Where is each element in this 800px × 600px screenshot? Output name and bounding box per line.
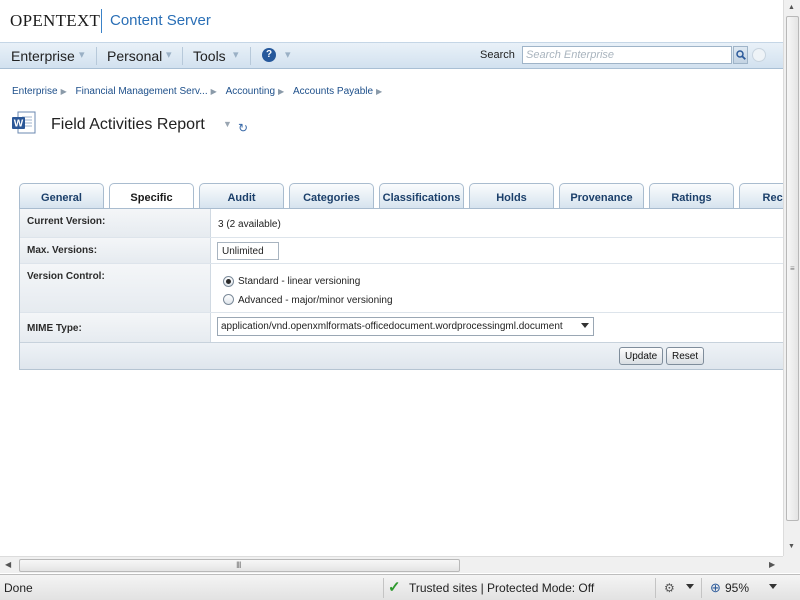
tab-label: Ratings (671, 192, 712, 204)
zoom-icon[interactable]: ⊕ (710, 580, 721, 596)
tab-bar: General Specific Audit Categories Classi… (19, 183, 783, 209)
version-control-row: Version Control: Standard - linear versi… (20, 264, 783, 313)
mime-type-label: MIME Type: (20, 313, 211, 342)
tab-label: Audit (227, 192, 256, 204)
tab-provenance[interactable]: Provenance (559, 183, 644, 209)
tab-label: General (41, 192, 82, 204)
current-version-row: Current Version: 3 (2 available) (20, 209, 783, 238)
chevron-down-icon[interactable]: ▾ (233, 48, 239, 61)
nav-tools[interactable]: Tools (193, 48, 226, 64)
mime-type-value: application/vnd.openxmlformats-officedoc… (221, 321, 563, 332)
breadcrumb-item[interactable]: Financial Management Serv... (76, 86, 208, 97)
scrollbar-corner (783, 556, 800, 573)
chevron-right-icon: ▶ (60, 87, 67, 96)
reset-button[interactable]: Reset (666, 347, 705, 365)
tab-audit[interactable]: Audit (199, 183, 284, 209)
chevron-down-icon[interactable]: ▾ (285, 48, 291, 61)
grip-icon: III (236, 560, 241, 570)
tab-specific[interactable]: Specific (109, 183, 194, 209)
tab-categories[interactable]: Categories (289, 183, 374, 209)
tab-records[interactable]: Record (739, 183, 783, 209)
chevron-down-icon[interactable]: ▼ (223, 119, 232, 129)
standard-versioning-radio[interactable] (223, 276, 234, 287)
status-divider (701, 578, 702, 598)
tab-holds[interactable]: Holds (469, 183, 554, 209)
refresh-icon[interactable]: ↻ (238, 121, 248, 135)
scroll-left-icon[interactable]: ◀ (5, 560, 11, 569)
form-actions: Update Reset (20, 342, 783, 369)
tab-label: Categories (303, 192, 360, 204)
breadcrumb: Enterprise ▶ Financial Management Serv...… (12, 86, 388, 97)
max-versions-input[interactable] (217, 242, 279, 260)
search-icon (736, 50, 746, 60)
tab-label: Provenance (570, 192, 633, 204)
nav-divider (182, 47, 183, 65)
breadcrumb-item[interactable]: Accounts Payable (293, 86, 373, 97)
tab-label: Record (762, 192, 783, 204)
status-divider (383, 578, 384, 598)
chevron-right-icon: ▶ (278, 87, 285, 96)
advanced-versioning-label[interactable]: Advanced - major/minor versioning (238, 295, 393, 306)
checkmark-icon: ✓ (388, 579, 401, 596)
specific-panel: Current Version: 3 (2 available) Max. Ve… (19, 209, 783, 370)
tab-ratings[interactable]: Ratings (649, 183, 734, 209)
status-divider (655, 578, 656, 598)
horizontal-scroll-thumb[interactable]: III (19, 559, 460, 572)
mime-type-row: MIME Type: application/vnd.openxmlformat… (20, 313, 783, 342)
app-header: OPENTEXT Content Server (0, 0, 783, 42)
grip-icon: ≡ (790, 264, 795, 273)
tab-general[interactable]: General (19, 183, 104, 209)
status-bar: Done ✓ Trusted sites | Protected Mode: O… (0, 574, 800, 600)
nav-enterprise[interactable]: Enterprise (11, 48, 75, 64)
version-control-label: Version Control: (20, 264, 211, 312)
chevron-down-icon[interactable]: ▾ (79, 48, 85, 61)
chevron-right-icon: ▶ (210, 87, 217, 96)
current-version-value: 3 (2 available) (218, 219, 281, 230)
search-button[interactable] (733, 46, 748, 64)
mime-type-select[interactable]: application/vnd.openxmlformats-officedoc… (217, 317, 594, 336)
search-input[interactable] (522, 46, 732, 64)
tab-label: Classifications (382, 192, 461, 204)
popup-blocker-icon[interactable]: ⚙ (664, 581, 675, 595)
tab-label: Specific (130, 192, 173, 204)
nav-divider (250, 47, 251, 65)
page-title: Field Activities Report (51, 116, 205, 133)
status-text: Done (4, 581, 33, 595)
scroll-down-icon[interactable]: ▼ (788, 543, 795, 550)
current-version-label: Current Version: (20, 209, 211, 237)
nav-personal[interactable]: Personal (107, 48, 162, 64)
scroll-up-icon[interactable]: ▲ (788, 4, 795, 11)
chevron-down-icon[interactable] (769, 584, 777, 589)
update-button[interactable]: Update (619, 347, 664, 365)
chevron-down-icon[interactable]: ▾ (166, 48, 172, 61)
search-label: Search (480, 49, 515, 61)
max-versions-label: Max. Versions: (20, 238, 211, 263)
standard-versioning-label[interactable]: Standard - linear versioning (238, 276, 360, 287)
product-name[interactable]: Content Server (110, 12, 211, 29)
svg-text:W: W (14, 119, 24, 130)
zoom-level[interactable]: 95% (725, 581, 749, 595)
search-options-icon[interactable] (752, 48, 766, 62)
breadcrumb-item[interactable]: Enterprise (12, 86, 58, 97)
chevron-down-icon[interactable] (686, 584, 694, 589)
tab-label: Holds (496, 192, 527, 204)
chevron-right-icon: ▶ (376, 87, 383, 96)
advanced-versioning-radio[interactable] (223, 294, 234, 305)
security-zone[interactable]: Trusted sites | Protected Mode: Off (409, 581, 594, 595)
breadcrumb-item[interactable]: Accounting (226, 86, 275, 97)
horizontal-scrollbar[interactable]: ◀ III ▶ (0, 556, 783, 573)
vertical-scrollbar[interactable]: ▲ ≡ ▼ (783, 0, 800, 556)
scroll-right-icon[interactable]: ▶ (769, 560, 775, 569)
max-versions-row: Max. Versions: (20, 238, 783, 264)
logo-divider (101, 9, 102, 33)
opentext-logo[interactable]: OPENTEXT (10, 11, 100, 31)
nav-divider (96, 47, 97, 65)
help-icon[interactable]: ? (262, 48, 276, 62)
word-document-icon: W (11, 111, 38, 135)
chevron-down-icon (581, 323, 589, 328)
main-navbar: Enterprise ▾ Personal ▾ Tools ▾ ? ▾ Sear… (0, 42, 783, 69)
vertical-scroll-thumb[interactable]: ≡ (786, 16, 799, 521)
tab-classifications[interactable]: Classifications (379, 183, 464, 209)
